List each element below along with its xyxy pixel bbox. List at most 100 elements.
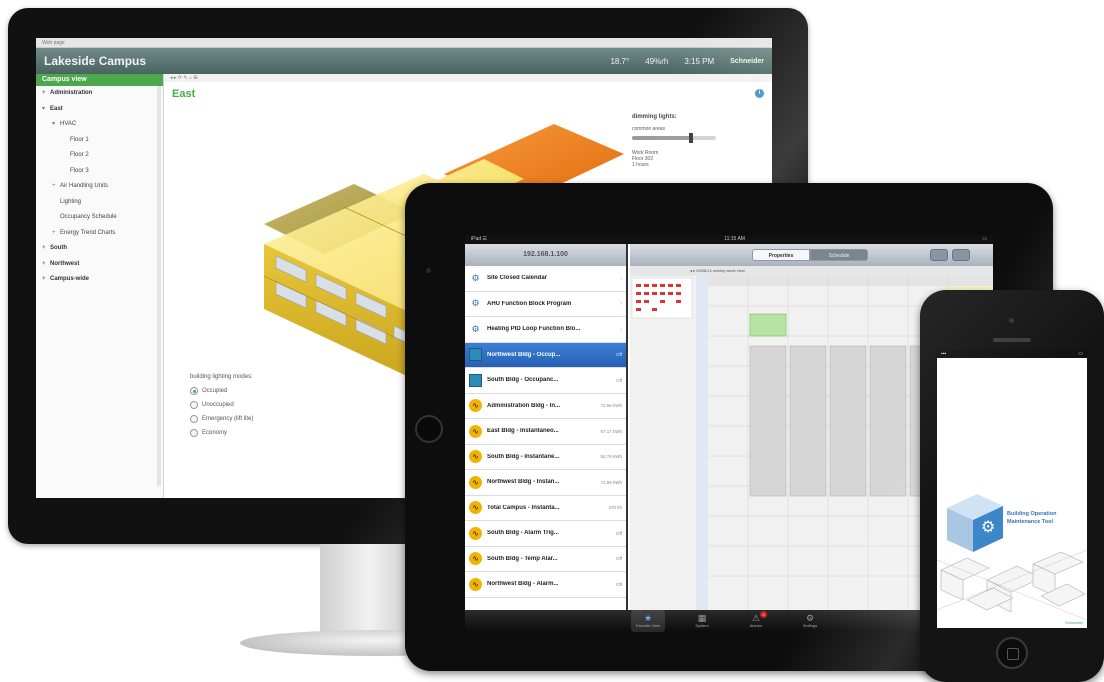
point-row-label: South Bldg - Temp Alar... [487, 555, 558, 562]
tree-item[interactable]: ▾ HVAC [36, 117, 163, 133]
schedule-segment[interactable]: Schedule [810, 249, 868, 261]
point-row-value: Off [616, 352, 622, 358]
tree-item[interactable]: Occupancy Schedule [36, 210, 163, 226]
dimming-lights-panel: dimming lights: common areas Work Room F… [632, 114, 742, 168]
expand-plus-icon[interactable]: + [42, 241, 50, 257]
schedule-block[interactable] [789, 345, 827, 497]
lighting-modes-title: building lighting modes: [190, 374, 253, 380]
calendar-toolbar[interactable]: ◂ ▸ 05/08/12 weekly week view [630, 266, 993, 276]
point-list-panel: 192.168.1.100 ⚙ Site Closed Calendar › ⚙ AHU… [465, 244, 628, 610]
app-header: Lakeside Campus 18.7° 49%rh 3:15 PM Schn… [36, 48, 772, 74]
tab-label: Alarms [749, 623, 763, 628]
phone-speaker [993, 338, 1031, 342]
trend-point-icon: ∿ [469, 424, 482, 438]
point-list-row[interactable]: ∿ South Bldg - Temp Alar... Off [465, 547, 626, 572]
tree-item[interactable]: Floor 1 [36, 133, 163, 149]
tab-alarms[interactable]: ⚠ Alarms 3 [739, 610, 773, 632]
app-title: Lakeside Campus [44, 54, 147, 68]
tree-item[interactable]: ▾ East [36, 102, 163, 118]
radio-button[interactable] [190, 387, 198, 395]
sidebar-scrollbar[interactable] [157, 86, 161, 486]
phone-carrier: ▪▪▪ [941, 351, 947, 357]
phone-home-button[interactable] [996, 637, 1028, 669]
lighting-mode-option[interactable]: Occupied [190, 384, 253, 398]
lighting-mode-option[interactable]: Unoccupied [190, 398, 253, 412]
point-list-row[interactable]: ∿ Northwest Bldg - Instan... 72.89 kWh [465, 470, 626, 496]
tree-item[interactable]: Floor 2 [36, 148, 163, 164]
trend-point-icon: ∿ [469, 399, 482, 413]
tree-item-label: Lighting [60, 198, 82, 205]
trend-point-icon: ∿ [469, 577, 482, 591]
lighting-mode-label: Emergency (lift lite) [202, 416, 254, 422]
expand-plus-icon[interactable]: + [42, 272, 50, 288]
point-list-row[interactable]: ∿ South Bldg - Alarm Trig... Off [465, 521, 626, 547]
tree-item-label: Floor 3 [70, 167, 89, 174]
tree-item-label: Campus-wide [50, 276, 90, 282]
point-list-row[interactable]: ⚙ Site Closed Calendar › [465, 266, 626, 292]
time-column [696, 276, 708, 610]
info-icon[interactable]: i [755, 89, 764, 98]
expand-plus-icon[interactable]: + [52, 179, 60, 195]
tree-item[interactable]: + Air Handling Units [36, 179, 163, 195]
point-list-row[interactable]: ∿ Administration Bldg - In... 72.66 kWh [465, 394, 626, 419]
dimming-slider-thumb[interactable] [688, 133, 693, 143]
lighting-mode-label: Occupied [202, 388, 228, 394]
point-row-value: 72.66 kWh [600, 403, 622, 409]
schedule-block[interactable] [749, 345, 787, 497]
point-row-value: › [620, 275, 623, 281]
tab-system[interactable]: ▦ System [685, 610, 719, 632]
point-list-row[interactable]: South Bldg - Occupanc... Off [465, 368, 626, 394]
tree-item[interactable]: + Campus-wide [36, 272, 163, 288]
point-list-row[interactable]: ∿ South Bldg - Instantane... 50.78 kWh [465, 445, 626, 470]
expand-plus-icon[interactable]: + [52, 226, 60, 242]
gear-icon: ⚙ [805, 613, 815, 623]
schedule-block[interactable] [869, 345, 907, 497]
point-list-row[interactable]: Northwest Bldg - Occup... Off [465, 342, 626, 368]
tablet-camera [426, 268, 431, 273]
point-list-row[interactable]: ∿ Northwest Bldg - Alarm... Off [465, 572, 626, 598]
carrier-label: iPad ☰ [471, 236, 487, 242]
expanded-arrow-icon[interactable]: ▾ [52, 117, 60, 133]
point-row-label: Site Closed Calendar [487, 275, 548, 282]
radio-button[interactable] [190, 415, 198, 423]
dimming-slider-fill [632, 136, 691, 140]
radio-button[interactable] [190, 401, 198, 409]
sidebar-header-campus-view[interactable]: Campus view [36, 74, 163, 86]
nav-action-button[interactable] [930, 249, 948, 261]
properties-segment[interactable]: Properties [752, 249, 810, 261]
point-list-row[interactable]: ∿ East Bldg - Instantaneo... 67.17 kWh [465, 419, 626, 445]
point-row-label: Northwest Bldg - Alarm... [487, 581, 559, 588]
tree-item[interactable]: + Northwest [36, 257, 163, 273]
point-row-label: Total Campus - Instanta... [487, 504, 560, 511]
point-list-row[interactable]: ⚙ Heating PID Loop Function Blo... › [465, 317, 626, 343]
tree-item[interactable]: + Energy Trend Charts [36, 226, 163, 242]
dimming-title: dimming lights: [632, 114, 677, 120]
point-row-value: 370 kh [608, 505, 622, 511]
tree-item[interactable]: + Administration [36, 86, 163, 102]
point-list-row[interactable]: ∿ Total Campus - Instanta... 370 kh [465, 496, 626, 521]
radio-button[interactable] [190, 429, 198, 437]
dimming-slider[interactable] [632, 133, 716, 143]
view-toolbar[interactable]: ◂ ▸ ⟳ ✎ ⌂ ⊞ [164, 74, 772, 82]
tree-item[interactable]: Floor 3 [36, 164, 163, 180]
lighting-mode-option[interactable]: Emergency (lift lite) [190, 412, 253, 426]
tab-favorite-view[interactable]: ★ Favorite View [631, 610, 665, 632]
expanded-arrow-icon[interactable]: ▾ [42, 102, 50, 118]
browser-tab[interactable]: Web page [36, 38, 772, 48]
trend-point-icon: ∿ [469, 475, 482, 489]
lighting-mode-option[interactable]: Economy [190, 426, 253, 440]
tablet-home-button[interactable] [415, 415, 443, 443]
page-title: East [172, 88, 196, 100]
schedule-block[interactable] [829, 345, 867, 497]
tree-item[interactable]: Lighting [36, 195, 163, 211]
point-list-row[interactable]: ⚙ AHU Function Block Program › [465, 292, 626, 317]
tab-settings[interactable]: ⚙ Settings [793, 610, 827, 632]
schedule-event[interactable] [749, 313, 787, 337]
expand-plus-icon[interactable]: + [42, 86, 50, 102]
nav-edit-button[interactable] [952, 249, 970, 261]
tree-item[interactable]: + South [36, 241, 163, 257]
expand-plus-icon[interactable]: + [42, 257, 50, 273]
lighting-modes-panel: building lighting modes: Occupied Unoccup… [190, 374, 253, 440]
program-icon: ⚙ [471, 298, 480, 309]
brand-logo: Schneider [730, 57, 764, 65]
